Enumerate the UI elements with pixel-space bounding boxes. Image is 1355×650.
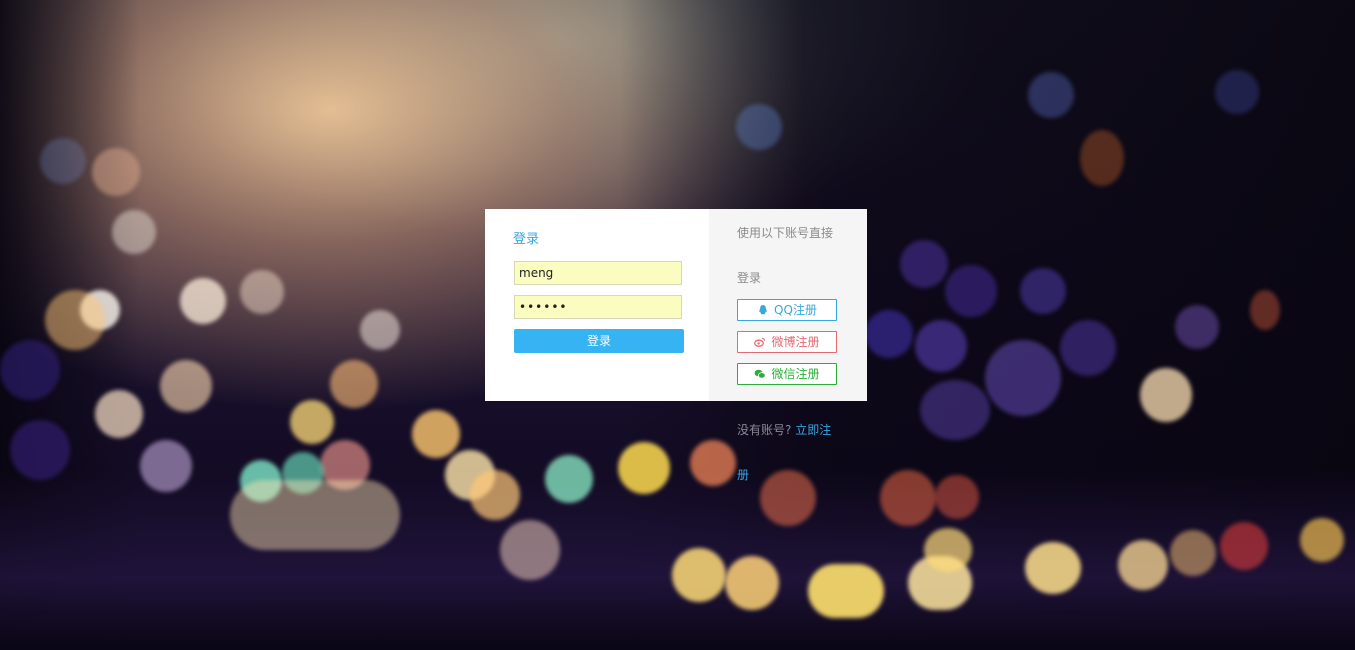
bokeh-light bbox=[618, 442, 670, 494]
login-title: 登录 bbox=[513, 232, 540, 247]
bokeh-light bbox=[1080, 130, 1124, 186]
bokeh-light bbox=[985, 340, 1061, 416]
bokeh-light bbox=[1025, 542, 1081, 594]
bokeh-light bbox=[230, 480, 400, 550]
bokeh-light bbox=[1215, 70, 1259, 114]
bokeh-light bbox=[45, 290, 105, 350]
bokeh-light bbox=[40, 138, 86, 184]
bokeh-light bbox=[545, 455, 593, 503]
weibo-register-label: 微博注册 bbox=[771, 335, 820, 349]
bokeh-light bbox=[725, 556, 779, 610]
bokeh-light bbox=[290, 400, 334, 444]
bokeh-light bbox=[112, 210, 156, 254]
bokeh-light bbox=[880, 470, 936, 526]
bokeh-light bbox=[1300, 518, 1344, 562]
bokeh-light bbox=[92, 148, 140, 196]
qq-register-button[interactable]: QQ注册 bbox=[737, 299, 837, 321]
bokeh-light bbox=[500, 520, 560, 580]
bokeh-light bbox=[10, 420, 70, 480]
bokeh-light bbox=[1060, 320, 1116, 376]
bokeh-light bbox=[160, 360, 212, 412]
bokeh-light bbox=[1250, 290, 1280, 330]
wechat-icon bbox=[754, 366, 767, 379]
weibo-icon bbox=[754, 334, 766, 347]
wechat-register-label: 微信注册 bbox=[771, 367, 820, 381]
bokeh-light bbox=[935, 475, 979, 519]
social-intro-text-2: 登录 bbox=[737, 271, 762, 285]
bokeh-light bbox=[0, 340, 60, 400]
bokeh-light bbox=[95, 390, 143, 438]
bokeh-light bbox=[865, 310, 913, 358]
login-form: 登录 meng •••••• 登录 bbox=[485, 209, 709, 401]
bokeh-light bbox=[1020, 268, 1066, 314]
bokeh-light bbox=[330, 360, 378, 408]
bokeh-light bbox=[920, 380, 990, 440]
bokeh-light bbox=[240, 270, 284, 314]
qq-icon bbox=[757, 302, 769, 315]
bokeh-light bbox=[915, 320, 967, 372]
bokeh-light bbox=[470, 470, 520, 520]
username-input[interactable]: meng bbox=[514, 261, 682, 285]
bokeh-light bbox=[1175, 305, 1219, 349]
bokeh-light bbox=[945, 265, 997, 317]
bokeh-light bbox=[736, 104, 782, 150]
qq-register-label: QQ注册 bbox=[774, 303, 817, 317]
bokeh-light bbox=[360, 310, 400, 350]
register-prompt: 没有账号? 立即注册 bbox=[737, 408, 837, 498]
bokeh-light bbox=[924, 528, 972, 572]
bokeh-light bbox=[1118, 540, 1168, 590]
weibo-register-button[interactable]: 微博注册 bbox=[737, 331, 837, 353]
bokeh-light bbox=[690, 440, 736, 486]
bokeh-light bbox=[140, 440, 192, 492]
bokeh-light bbox=[672, 548, 726, 602]
login-button[interactable]: 登录 bbox=[514, 329, 684, 353]
bokeh-light bbox=[180, 278, 226, 324]
bokeh-light bbox=[1220, 522, 1268, 570]
bokeh-light bbox=[412, 410, 460, 458]
bokeh-light bbox=[1140, 368, 1192, 422]
register-prompt-text: 没有账号? bbox=[737, 423, 792, 437]
password-input[interactable]: •••••• bbox=[514, 295, 682, 319]
wechat-register-button[interactable]: 微信注册 bbox=[737, 363, 837, 385]
bokeh-light bbox=[1028, 72, 1074, 118]
bokeh-light bbox=[900, 240, 948, 288]
bokeh-light bbox=[1170, 530, 1216, 576]
bokeh-light bbox=[808, 564, 884, 618]
social-intro-text: 使用以下账号直接 bbox=[737, 226, 834, 240]
